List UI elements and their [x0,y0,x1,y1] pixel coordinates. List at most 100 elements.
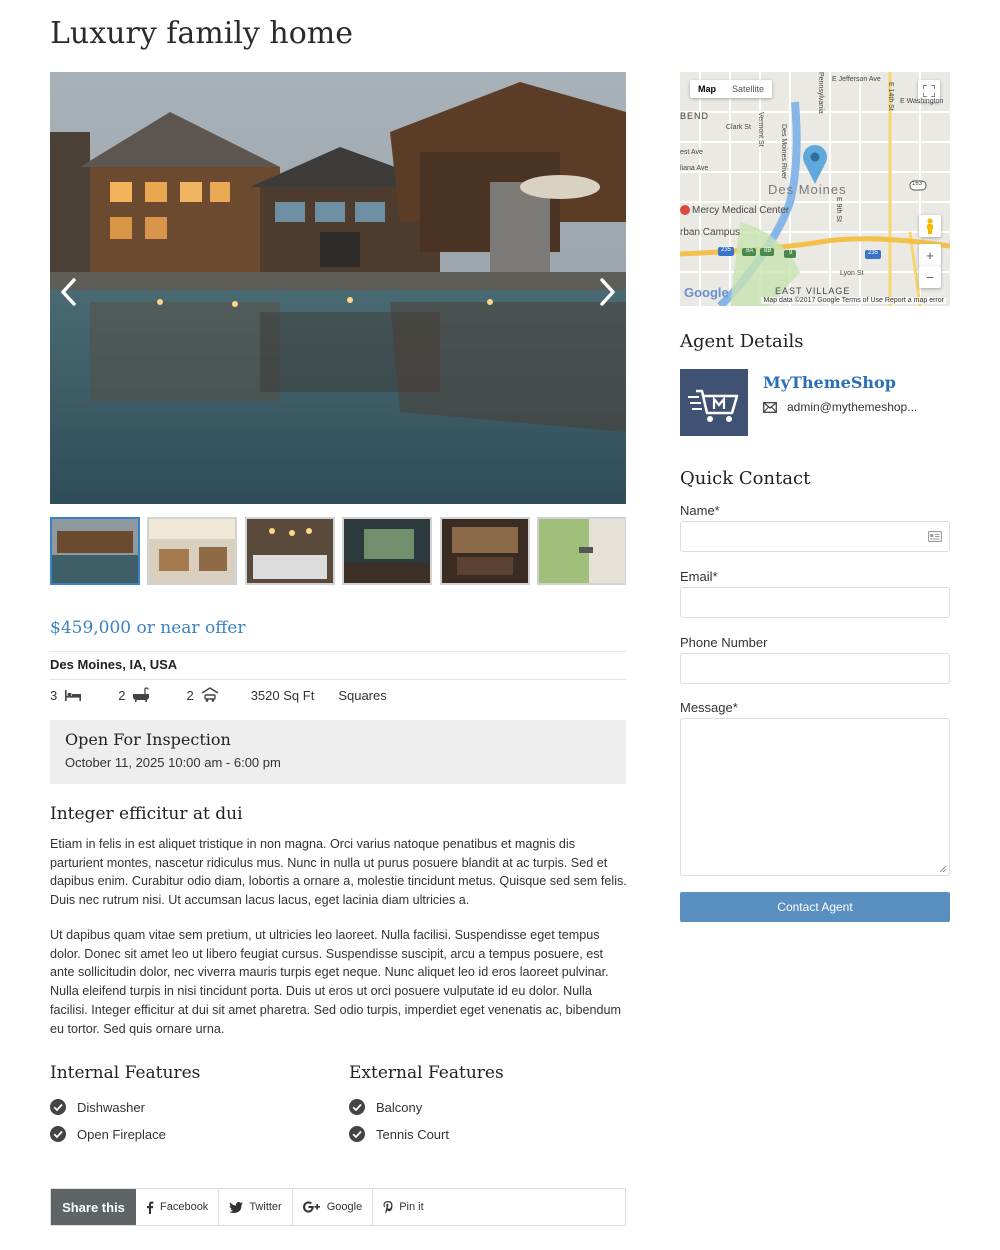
contact-card-icon [928,531,942,542]
map-label-hwy9: 9 [789,250,793,256]
bed-icon [65,690,82,701]
share-google-button[interactable]: Google [293,1189,374,1225]
description-heading: Integer efficitur at dui [50,804,243,824]
map-label-west1: est Ave [680,149,703,156]
map-label-district: EAST VILLAGE [775,286,851,296]
twitter-icon [229,1201,244,1213]
open-inspection-box: Open For Inspection October 11, 2025 10:… [50,720,626,784]
inspection-title: Open For Inspection [65,730,231,749]
bathtub-icon [133,687,150,702]
listing-specs: 3 2 2 3520 Sq Ft Squares [50,686,405,704]
agent-email: admin@mythemeshop... [763,400,917,414]
spec-bedrooms: 3 [50,688,82,703]
share-facebook-label: Facebook [160,1201,209,1213]
share-pinterest-button[interactable]: Pin it [373,1189,433,1225]
map-zoom-in-button[interactable]: + [919,244,941,266]
email-field-label: Email* [680,569,718,584]
spec-land: Squares [338,688,386,703]
area-value: 3520 Sq Ft [250,687,315,703]
map-label-hwy8a: 8A [746,248,754,254]
gallery-thumbnail[interactable] [342,517,432,585]
feature-item: Dishwasher [50,1098,145,1116]
map-zoom-out-button[interactable]: − [919,266,941,288]
quick-contact-heading: Quick Contact [680,468,811,489]
contact-agent-button[interactable]: Contact Agent [680,892,950,922]
map-label-bend: BEND [680,111,710,121]
google-plus-icon [302,1201,320,1213]
map-label-city: Des Moines [768,182,847,197]
envelope-icon [763,401,777,413]
map-label-jefferson: E Jefferson Ave [832,76,881,83]
gallery-thumbnail[interactable] [147,517,237,585]
inspection-datetime: October 11, 2025 10:00 am - 6:00 pm [65,755,281,770]
feature-item: Tennis Court [349,1125,449,1143]
agent-email-text[interactable]: admin@mythemeshop... [787,400,917,414]
check-circle-icon [349,1099,365,1115]
pegman-icon [927,218,933,234]
bedrooms-count: 3 [50,687,58,703]
divider [50,651,626,652]
share-facebook-button[interactable]: Facebook [136,1189,220,1225]
name-field-label: Name* [680,503,720,518]
map-label-river: Des Moines River [780,124,787,180]
garages-count: 2 [186,687,194,703]
check-circle-icon [50,1126,66,1142]
agent-name-link[interactable]: MyThemeShop [763,373,896,392]
message-field-label: Message* [680,700,738,715]
gallery-thumbnail[interactable] [537,517,626,585]
share-twitter-button[interactable]: Twitter [219,1189,293,1225]
map-label-lyon: Lyon St [840,270,864,277]
map-pegman[interactable] [919,215,941,237]
spec-bathrooms: 2 [118,687,150,703]
gallery-next-button[interactable] [586,268,626,316]
map-tab-map[interactable]: Map [690,80,724,98]
feature-label: Dishwasher [77,1099,145,1115]
map-label-hwy163: 163 [912,181,923,187]
location-map[interactable]: Map Satellite + − Des Moines Mercy Medic… [680,72,950,306]
divider [50,679,626,680]
map-label-pennsylvania: Pennsylvania [817,72,824,114]
gallery-thumbnail[interactable] [245,517,335,585]
feature-label: Tennis Court [376,1126,449,1142]
share-bar: Share this Facebook Twitter Google Pin i… [50,1188,626,1226]
map-label-vermont: Vermont St [757,112,764,147]
map-label-hwy235a: 235 [721,247,732,253]
map-label-hospital: Mercy Medical Center [692,205,790,216]
agent-details-heading: Agent Details [680,331,804,352]
gallery-thumbnail[interactable] [50,517,140,585]
pinterest-icon [383,1200,393,1214]
map-label-washington: E Washington [900,98,944,105]
share-google-label: Google [326,1201,363,1213]
fullscreen-icon [923,85,935,97]
spec-garages: 2 [186,687,219,703]
map-type-tabs: Map Satellite [690,80,773,98]
resize-handle-icon[interactable] [939,865,947,873]
email-field[interactable] [680,587,950,618]
gallery-prev-button[interactable] [50,268,90,316]
google-logo: Google [684,285,729,300]
map-label-campus: rban Campus [680,227,741,238]
listing-address: Des Moines, IA, USA [50,657,178,672]
map-label-west2: liana Ave [680,165,709,172]
check-circle-icon [50,1099,66,1115]
gallery-main-image [50,72,626,504]
page-title: Luxury family home [50,16,354,51]
check-circle-icon [349,1126,365,1142]
land-value: Squares [338,687,387,703]
gallery-thumbnail[interactable] [440,517,530,585]
share-pinterest-label: Pin it [399,1201,424,1213]
map-label-clark: Clark St [726,124,751,131]
phone-field[interactable] [680,653,950,684]
listing-price: $459,000 or near offer [50,618,246,638]
spec-area: 3520 Sq Ft [251,688,315,703]
map-attribution[interactable]: Map data ©2017 Google Terms of Use Repor… [761,297,946,304]
map-tab-satellite[interactable]: Satellite [724,80,772,98]
map-label-ninth: E 9th St [835,197,842,222]
name-field[interactable] [680,521,950,552]
agent-logo [680,369,748,436]
message-field[interactable] [680,718,950,876]
feature-item: Open Fireplace [50,1125,166,1143]
chevron-right-icon [600,278,615,306]
map-label-hwy235b: 235 [868,250,879,256]
garage-icon [201,687,219,702]
